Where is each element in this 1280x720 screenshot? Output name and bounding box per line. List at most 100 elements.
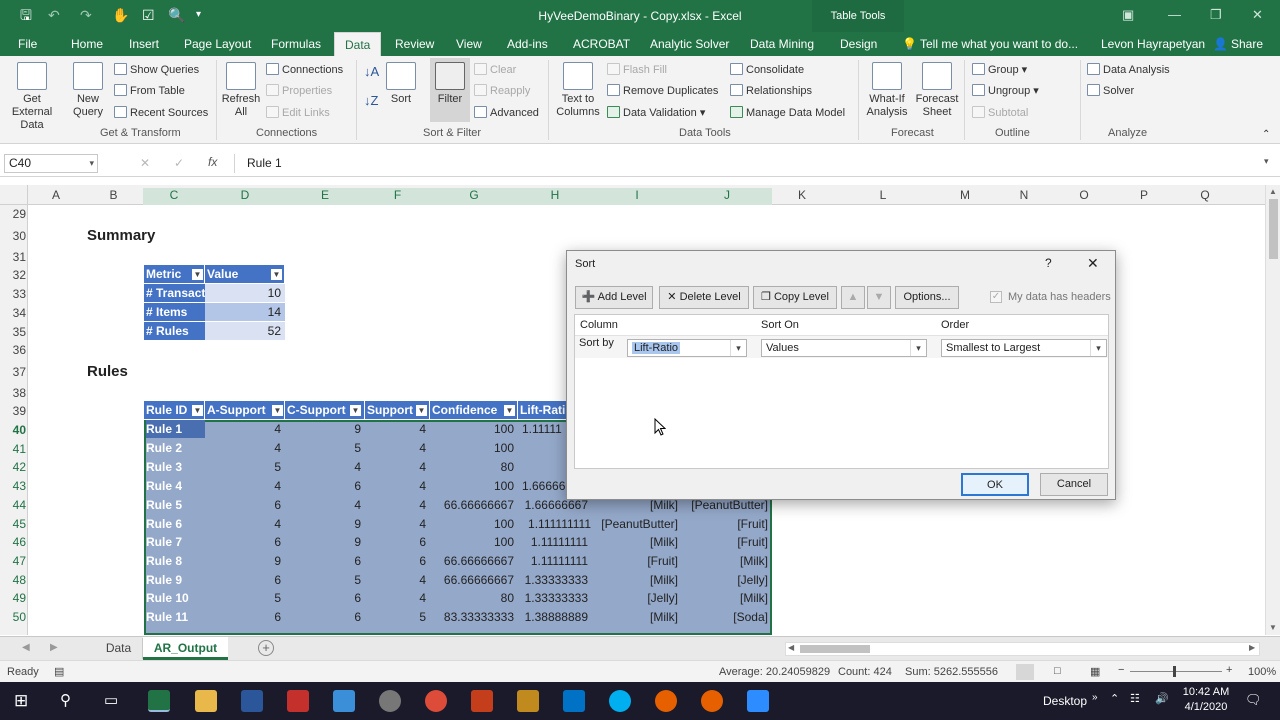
support-cell[interactable]: 4 xyxy=(365,477,430,495)
consequent-cell[interactable]: [Milk] xyxy=(682,589,772,607)
advanced-button[interactable]: Advanced xyxy=(474,106,539,120)
help-icon[interactable]: ? xyxy=(1045,256,1052,270)
sheet-tab-ar-output[interactable]: AR_Output xyxy=(143,637,228,660)
word-icon[interactable] xyxy=(241,690,263,712)
a-support-cell[interactable]: 9 xyxy=(205,552,285,570)
confidence-cell[interactable]: 66.66666667 xyxy=(430,571,518,589)
confidence-cell[interactable]: 80 xyxy=(430,589,518,607)
consequent-cell[interactable]: [Fruit] xyxy=(682,515,772,533)
insert-function-icon[interactable]: fx xyxy=(208,155,217,169)
subtotal-button[interactable]: Subtotal xyxy=(972,106,1028,120)
remove-duplicates-button[interactable]: Remove Duplicates xyxy=(607,84,718,98)
confidence-cell[interactable]: 100 xyxy=(430,439,518,457)
column-header[interactable]: I xyxy=(592,188,682,205)
confidence-cell[interactable]: 100 xyxy=(430,533,518,551)
column-header[interactable]: A xyxy=(28,188,84,202)
dialog-close-icon[interactable]: ✕ xyxy=(1087,255,1099,272)
rule-id-cell[interactable]: Rule 6 xyxy=(146,515,205,533)
sheet-tab-data[interactable]: Data xyxy=(95,638,143,659)
move-down-button[interactable]: ▼ xyxy=(867,286,891,309)
options-button[interactable]: Options... xyxy=(895,286,959,309)
consequent-cell[interactable]: [Jelly] xyxy=(682,571,772,589)
properties-button[interactable]: Properties xyxy=(266,84,332,98)
row-header[interactable]: 48 xyxy=(0,573,26,587)
column-header[interactable]: F xyxy=(365,188,430,205)
c-support-cell[interactable]: 9 xyxy=(285,420,365,438)
c-support-cell[interactable]: 6 xyxy=(285,552,365,570)
c-support-cell[interactable]: 9 xyxy=(285,533,365,551)
filter-dropdown-icon[interactable]: ▼ xyxy=(271,269,282,280)
a-support-cell[interactable]: 4 xyxy=(205,515,285,533)
row-header[interactable]: 37 xyxy=(0,365,26,379)
clear-button[interactable]: Clear xyxy=(474,63,516,77)
support-cell[interactable]: 4 xyxy=(365,589,430,607)
consequent-cell[interactable]: [Milk] xyxy=(682,552,772,570)
sort-column-select[interactable]: Lift-Ratio ▾ xyxy=(627,339,747,357)
row-header[interactable]: 45 xyxy=(0,517,26,531)
antecedent-cell[interactable]: [Fruit] xyxy=(592,552,682,570)
rule-id-cell[interactable]: Rule 5 xyxy=(146,496,205,514)
scroll-thumb[interactable] xyxy=(1269,199,1278,259)
rule-id-cell[interactable]: Rule 2 xyxy=(146,439,205,457)
has-headers-checkbox[interactable]: ✓ xyxy=(990,291,1002,303)
lift-ratio-cell[interactable]: 1.11111111 xyxy=(518,533,592,551)
filter-dropdown-icon[interactable]: ▼ xyxy=(350,405,361,416)
search-icon[interactable]: ⚲ xyxy=(60,691,71,709)
zoom-slider-thumb[interactable] xyxy=(1173,666,1176,677)
tab-data[interactable]: Data xyxy=(334,32,382,56)
minimize-icon[interactable]: — xyxy=(1168,7,1181,22)
expand-formula-bar-icon[interactable]: ▾ xyxy=(1264,156,1269,167)
vertical-scrollbar[interactable]: ▲ ▼ xyxy=(1265,185,1280,635)
rule-id-cell[interactable]: Rule 3 xyxy=(146,458,205,476)
horizontal-scroll-thumb[interactable] xyxy=(800,645,870,653)
column-header[interactable]: P xyxy=(1116,188,1172,202)
cancel-button[interactable]: Cancel xyxy=(1040,473,1108,496)
edit-links-button[interactable]: Edit Links xyxy=(266,106,330,120)
rules-header-lift-ratio[interactable]: Lift-Rati xyxy=(518,401,568,419)
column-header[interactable]: G xyxy=(430,188,518,205)
row-header[interactable]: 36 xyxy=(0,343,26,357)
tell-me-box[interactable]: Tell me what you want to do... xyxy=(920,37,1078,51)
a-support-cell[interactable]: 6 xyxy=(205,533,285,551)
sort-az-icon[interactable]: ↓A xyxy=(364,65,379,78)
user-name[interactable]: Levon Hayrapetyan xyxy=(1101,37,1205,51)
support-cell[interactable]: 5 xyxy=(365,608,430,626)
column-header[interactable]: E xyxy=(285,188,365,205)
order-select[interactable]: Smallest to Largest ▾ xyxy=(941,339,1107,357)
add-sheet-icon[interactable]: + xyxy=(258,640,274,656)
share-icon[interactable]: 👤 xyxy=(1213,37,1228,51)
page-break-view-icon[interactable]: ▦ xyxy=(1090,665,1100,678)
filter-dropdown-icon[interactable]: ▼ xyxy=(504,405,515,416)
a-support-cell[interactable]: 6 xyxy=(205,571,285,589)
page-layout-view-icon[interactable]: □ xyxy=(1054,665,1061,677)
summary-value[interactable]: 14 xyxy=(205,303,285,321)
show-hidden-icons-icon[interactable]: ⌃ xyxy=(1110,692,1119,705)
toolbar-arrow-icon[interactable]: » xyxy=(1092,692,1098,703)
support-cell[interactable]: 4 xyxy=(365,458,430,476)
column-header[interactable]: B xyxy=(84,188,143,202)
close-icon[interactable]: ✕ xyxy=(1252,7,1263,23)
a-support-cell[interactable]: 5 xyxy=(205,589,285,607)
clock-date[interactable]: 4/1/2020 xyxy=(1178,701,1234,713)
app-icon[interactable] xyxy=(333,690,355,712)
name-box-dropdown-icon[interactable]: ▾ xyxy=(89,155,94,172)
column-header[interactable]: Q xyxy=(1172,188,1238,202)
what-if-analysis-button[interactable]: What-If Analysis xyxy=(862,62,912,119)
antecedent-cell[interactable]: [PeanutButter] xyxy=(592,515,682,533)
tab-home[interactable]: Home xyxy=(71,37,103,51)
ribbon-display-icon[interactable]: ▣ xyxy=(1122,7,1134,23)
volume-icon[interactable]: 🔊 xyxy=(1155,692,1169,705)
c-support-cell[interactable]: 5 xyxy=(285,439,365,457)
summary-metric[interactable]: # Transact xyxy=(144,284,205,302)
relationships-button[interactable]: Relationships xyxy=(730,84,812,98)
tab-page-layout[interactable]: Page Layout xyxy=(184,37,251,51)
consolidate-button[interactable]: Consolidate xyxy=(730,63,804,77)
notifications-icon[interactable]: 🗨 xyxy=(1245,692,1262,708)
zoom-level[interactable]: 100% xyxy=(1248,666,1276,678)
support-cell[interactable]: 4 xyxy=(365,439,430,457)
filter-dropdown-icon[interactable]: ▼ xyxy=(272,405,283,416)
row-header[interactable]: 29 xyxy=(0,207,26,221)
windows-start-icon[interactable]: ⊞ xyxy=(14,691,28,711)
add-level-button[interactable]: ➕ Add Level xyxy=(575,286,653,309)
summary-metric[interactable]: # Items xyxy=(144,303,205,321)
